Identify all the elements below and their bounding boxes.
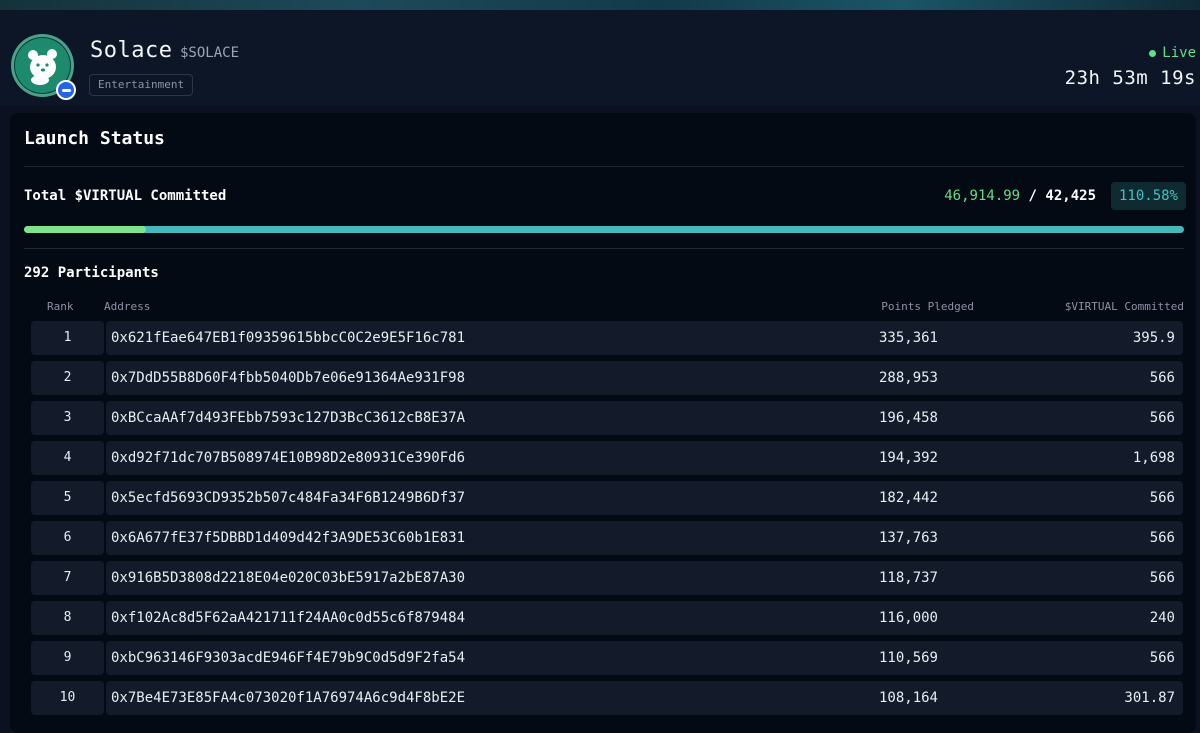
address-cell-box: 0x7DdD55B8D60F4fbb5040Db7e06e91364Ae931F…	[106, 361, 1183, 395]
committed-current: 46,914.99	[944, 188, 1021, 204]
address-cell-box: 0xd92f71dc707B508974E10B98D2e80931Ce390F…	[106, 441, 1183, 475]
points-pledged: 288,953	[878, 370, 938, 386]
address-cell-box: 0xBCcaAAf7d493FEbb7593c127D3BcC3612cB8E3…	[106, 401, 1183, 435]
launch-status-panel: Launch Status Total $VIRTUAL Committed 4…	[10, 113, 1196, 733]
table-row[interactable]: 8 0xf102Ac8d5F62aA421711f24AA0c0d55c6f879…	[10, 600, 1196, 640]
table-row[interactable]: 1 0x621fEae647EB1f09359615bbcC0C2e9E5F16c…	[10, 320, 1196, 360]
wallet-address[interactable]: 0x5ecfd5693CD9352b507c484Fa34F6B1249B6Df…	[111, 481, 465, 515]
committed-target: 42,425	[1045, 188, 1096, 204]
table-row[interactable]: 4 0xd92f71dc707B508974E10B98D2e80931Ce390…	[10, 440, 1196, 480]
virtual-committed: 240	[1149, 610, 1175, 626]
category-tag[interactable]: Entertainment	[89, 74, 194, 96]
wallet-address[interactable]: 0x916B5D3808d2218E04e020C03bE5917a2bE87A…	[111, 561, 465, 595]
wallet-address[interactable]: 0xf102Ac8d5F62aA421711f24AA0c0d55c6f8794…	[111, 601, 465, 635]
bear-mascot-icon	[27, 48, 57, 85]
points-pledged: 110,569	[878, 650, 938, 666]
virtual-committed: 1,698	[1132, 450, 1175, 466]
table-row[interactable]: 7 0x916B5D3808d2218E04e020C03bE5917a2bE87…	[10, 560, 1196, 600]
wallet-address[interactable]: 0x621fEae647EB1f09359615bbcC0C2e9E5F16c7…	[111, 321, 465, 355]
wallet-address[interactable]: 0x7DdD55B8D60F4fbb5040Db7e06e91364Ae931F…	[111, 361, 465, 395]
token-name: Solace	[90, 38, 173, 63]
header-rank: Rank	[47, 300, 74, 313]
percent-badge: 110.58%	[1110, 182, 1186, 210]
token-ticker: $SOLACE	[180, 45, 240, 61]
virtual-committed: 566	[1149, 370, 1175, 386]
committed-separator: /	[1028, 188, 1037, 204]
live-label: Live	[1162, 45, 1196, 61]
points-pledged: 182,442	[878, 490, 938, 506]
table-row[interactable]: 9 0xbC963146F9303acdE946Ff4E79b9C0d5d9F2f…	[10, 640, 1196, 680]
live-dot-icon	[1149, 49, 1157, 57]
committed-values: 46,914.99 / 42,425	[944, 188, 1096, 204]
rank-cell: 5	[31, 481, 104, 515]
table-row[interactable]: 3 0xBCcaAAf7d493FEbb7593c127D3BcC3612cB8E…	[10, 400, 1196, 440]
rank-cell: 8	[31, 601, 104, 635]
virtual-committed: 566	[1149, 410, 1175, 426]
token-header: Solace $SOLACE Entertainment Live 23h 53…	[0, 10, 1200, 106]
points-pledged: 196,458	[878, 410, 938, 426]
wallet-address[interactable]: 0xBCcaAAf7d493FEbb7593c127D3BcC3612cB8E3…	[111, 401, 465, 435]
virtual-committed: 566	[1149, 490, 1175, 506]
table-row[interactable]: 10 0x7Be4E73E85FA4c073020f1A76974A6c9d4F8…	[10, 680, 1196, 720]
address-cell-box: 0xbC963146F9303acdE946Ff4E79b9C0d5d9F2fa…	[106, 641, 1183, 675]
rank-cell: 1	[31, 321, 104, 355]
live-status: Live	[1149, 45, 1196, 61]
wallet-address[interactable]: 0x7Be4E73E85FA4c073020f1A76974A6c9d4F8bE…	[111, 681, 465, 715]
progress-bar-fill	[24, 226, 146, 233]
rank-cell: 6	[31, 521, 104, 555]
points-pledged: 116,000	[878, 610, 938, 626]
virtual-committed: 301.87	[1124, 690, 1175, 706]
header-address: Address	[104, 300, 151, 313]
panel-title: Launch Status	[24, 128, 165, 149]
points-pledged: 137,763	[878, 530, 938, 546]
countdown-timer: 23h 53m 19s	[1064, 67, 1196, 89]
address-cell-box: 0x6A677fE37f5DBBD1d409d42f3A9DE53C60b1E8…	[106, 521, 1183, 555]
virtual-committed: 566	[1149, 650, 1175, 666]
address-cell-box: 0x7Be4E73E85FA4c073020f1A76974A6c9d4F8bE…	[106, 681, 1183, 715]
virtual-committed: 566	[1149, 570, 1175, 586]
address-cell-box: 0x621fEae647EB1f09359615bbcC0C2e9E5F16c7…	[106, 321, 1183, 355]
rank-cell: 9	[31, 641, 104, 675]
rank-cell: 3	[31, 401, 104, 435]
virtual-committed: 395.9	[1132, 330, 1175, 346]
address-cell-box: 0x5ecfd5693CD9352b507c484Fa34F6B1249B6Df…	[106, 481, 1183, 515]
rank-cell: 4	[31, 441, 104, 475]
wallet-address[interactable]: 0x6A677fE37f5DBBD1d409d42f3A9DE53C60b1E8…	[111, 521, 465, 555]
header-virtual: $VIRTUAL Committed	[1064, 300, 1184, 313]
committed-label: Total $VIRTUAL Committed	[24, 188, 227, 204]
participants-count: 292 Participants	[24, 265, 159, 281]
top-banner-strip	[0, 0, 1200, 10]
table-row[interactable]: 2 0x7DdD55B8D60F4fbb5040Db7e06e91364Ae931…	[10, 360, 1196, 400]
progress-bar	[24, 226, 1184, 233]
virtual-committed: 566	[1149, 530, 1175, 546]
rank-cell: 2	[31, 361, 104, 395]
rank-cell: 7	[31, 561, 104, 595]
wallet-address[interactable]: 0xbC963146F9303acdE946Ff4E79b9C0d5d9F2fa…	[111, 641, 465, 675]
divider	[24, 166, 1184, 167]
points-pledged: 194,392	[878, 450, 938, 466]
address-cell-box: 0x916B5D3808d2218E04e020C03bE5917a2bE87A…	[106, 561, 1183, 595]
table-row[interactable]: 6 0x6A677fE37f5DBBD1d409d42f3A9DE53C60b1E…	[10, 520, 1196, 560]
header-points: Points Pledged	[881, 300, 974, 313]
address-cell-box: 0xf102Ac8d5F62aA421711f24AA0c0d55c6f8794…	[106, 601, 1183, 635]
table-row[interactable]: 5 0x5ecfd5693CD9352b507c484Fa34F6B1249B6D…	[10, 480, 1196, 520]
verified-badge-icon	[56, 80, 76, 100]
points-pledged: 108,164	[878, 690, 938, 706]
points-pledged: 335,361	[878, 330, 938, 346]
participants-table: 1 0x621fEae647EB1f09359615bbcC0C2e9E5F16c…	[10, 320, 1196, 720]
points-pledged: 118,737	[878, 570, 938, 586]
divider	[24, 248, 1184, 249]
rank-cell: 10	[31, 681, 104, 715]
wallet-address[interactable]: 0xd92f71dc707B508974E10B98D2e80931Ce390F…	[111, 441, 465, 475]
